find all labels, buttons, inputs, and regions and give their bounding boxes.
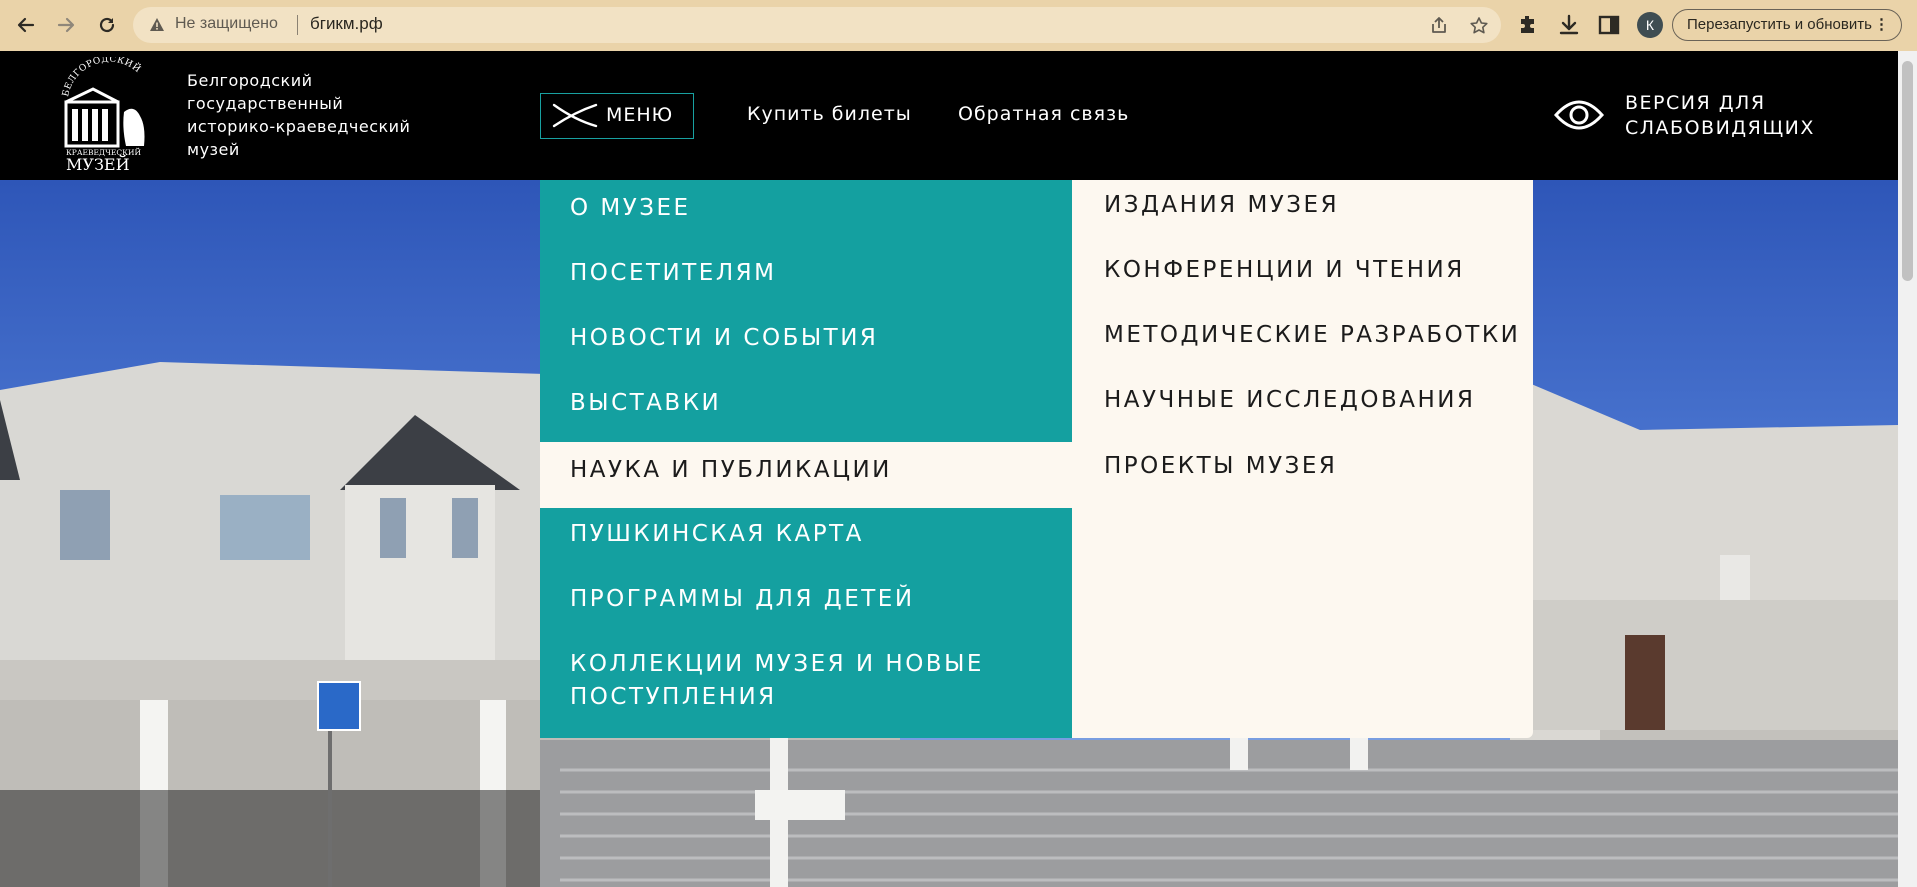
museum-name-line: Белгородский	[187, 71, 313, 90]
page-viewport: БЕЛГОРОДСКИЙ КРАЕВЕДЧЕСКИЙ МУЗЕЙ Белгоро…	[0, 51, 1898, 887]
museum-name-line: государственный	[187, 94, 344, 113]
url-text[interactable]: бгикм.рф	[310, 14, 383, 34]
kebab-menu-icon[interactable]: ⋮	[1874, 10, 1889, 40]
museum-emblem-icon: БЕЛГОРОДСКИЙ КРАЕВЕДЧЕСКИЙ МУЗЕЙ	[61, 55, 145, 174]
arrow-left-icon	[17, 17, 35, 33]
address-bar[interactable]: Не защищено бгикм.рф	[133, 7, 1501, 43]
menu-item-about[interactable]: О МУЗЕЕ	[540, 192, 1072, 232]
logo-title: МУЗЕЙ	[66, 154, 130, 172]
menu-item-collections-line2: ПОСТУПЛЕНИЯ	[570, 684, 777, 710]
dropdown-menu: О МУЗЕЕ ПОСЕТИТЕЛЯМ НОВОСТИ И СОБЫТИЯ ВЫ…	[540, 180, 1533, 738]
warning-icon[interactable]	[149, 17, 165, 33]
submenu-item-methodology[interactable]: МЕТОДИЧЕСКИЕ РАЗРАБОТКИ	[1104, 322, 1520, 348]
browser-toolbar: Не защищено бгикм.рф К Перезапустить и о…	[0, 0, 1917, 51]
menu-main-column: О МУЗЕЕ ПОСЕТИТЕЛЯМ НОВОСТИ И СОБЫТИЯ ВЫ…	[540, 180, 1072, 738]
museum-name-line: музей	[187, 140, 240, 159]
back-button[interactable]	[12, 11, 40, 39]
menu-item-news-events[interactable]: НОВОСТИ И СОБЫТИЯ	[540, 322, 1072, 362]
menu-item-science-publications[interactable]: НАУКА И ПУБЛИКАЦИИ	[540, 442, 1072, 508]
museum-logo[interactable]: БЕЛГОРОДСКИЙ КРАЕВЕДЧЕСКИЙ МУЗЕЙ	[58, 55, 158, 174]
arrow-right-icon	[57, 17, 75, 33]
buy-tickets-link[interactable]: Купить билеты	[747, 103, 912, 125]
menu-toggle-button[interactable]: МЕНЮ	[540, 93, 694, 139]
menu-item-exhibitions[interactable]: ВЫСТАВКИ	[540, 387, 1072, 427]
menu-item-kids-programs[interactable]: ПРОГРАММЫ ДЛЯ ДЕТЕЙ	[540, 583, 1072, 623]
bookmark-star-icon[interactable]	[1469, 16, 1489, 36]
extensions-icon[interactable]	[1516, 13, 1540, 37]
low-vision-line: СЛАБОВИДЯЩИХ	[1625, 117, 1815, 139]
close-icon	[552, 103, 598, 128]
submenu-item-publications[interactable]: ИЗДАНИЯ МУЗЕЯ	[1104, 192, 1339, 218]
low-vision-version-link[interactable]: ВЕРСИЯ ДЛЯ СЛАБОВИДЯЩИХ	[1625, 91, 1815, 141]
submenu-item-projects[interactable]: ПРОЕКТЫ МУЗЕЯ	[1104, 453, 1337, 479]
security-status[interactable]: Не защищено	[175, 15, 278, 33]
low-vision-line: ВЕРСИЯ ДЛЯ	[1625, 92, 1766, 114]
reload-icon	[99, 17, 115, 33]
download-icon[interactable]	[1557, 13, 1581, 37]
menu-item-collections[interactable]: КОЛЛЕКЦИИ МУЗЕЯ И НОВЫЕ ПОСТУПЛЕНИЯ	[540, 648, 1072, 718]
logo-arc-text: БЕЛГОРОДСКИЙ	[61, 55, 143, 98]
submenu-item-conferences[interactable]: КОНФЕРЕНЦИИ И ЧТЕНИЯ	[1104, 257, 1465, 283]
share-icon[interactable]	[1429, 16, 1449, 36]
site-header: БЕЛГОРОДСКИЙ КРАЕВЕДЧЕСКИЙ МУЗЕЙ Белгоро…	[0, 51, 1898, 180]
profile-avatar[interactable]: К	[1637, 12, 1663, 38]
submenu-item-research[interactable]: НАУЧНЫЕ ИССЛЕДОВАНИЯ	[1104, 387, 1475, 413]
menu-item-pushkin-card[interactable]: ПУШКИНСКАЯ КАРТА	[540, 518, 1072, 558]
svg-text:БЕЛГОРОДСКИЙ: БЕЛГОРОДСКИЙ	[61, 57, 144, 98]
side-panel-icon[interactable]	[1597, 13, 1621, 37]
menu-item-visitors[interactable]: ПОСЕТИТЕЛЯМ	[540, 257, 1072, 297]
relaunch-update-button[interactable]: Перезапустить и обновить ⋮	[1672, 9, 1902, 41]
menu-label: МЕНЮ	[606, 104, 674, 126]
museum-name[interactable]: Белгородский государственный историко-кр…	[187, 69, 447, 161]
page-scrollbar[interactable]	[1898, 51, 1917, 887]
eye-icon[interactable]	[1553, 93, 1605, 137]
omnibox-divider	[297, 15, 298, 35]
relaunch-label: Перезапустить и обновить	[1687, 16, 1872, 33]
forward-button[interactable]	[52, 11, 80, 39]
menu-sub-column: ИЗДАНИЯ МУЗЕЯ КОНФЕРЕНЦИИ И ЧТЕНИЯ МЕТОД…	[1072, 180, 1533, 738]
scrollbar-thumb[interactable]	[1902, 61, 1913, 281]
feedback-link[interactable]: Обратная связь	[958, 103, 1129, 125]
reload-button[interactable]	[93, 11, 121, 39]
museum-name-line: историко-краеведческий	[187, 117, 411, 136]
menu-item-collections-line1: КОЛЛЕКЦИИ МУЗЕЯ И НОВЫЕ	[570, 651, 984, 677]
